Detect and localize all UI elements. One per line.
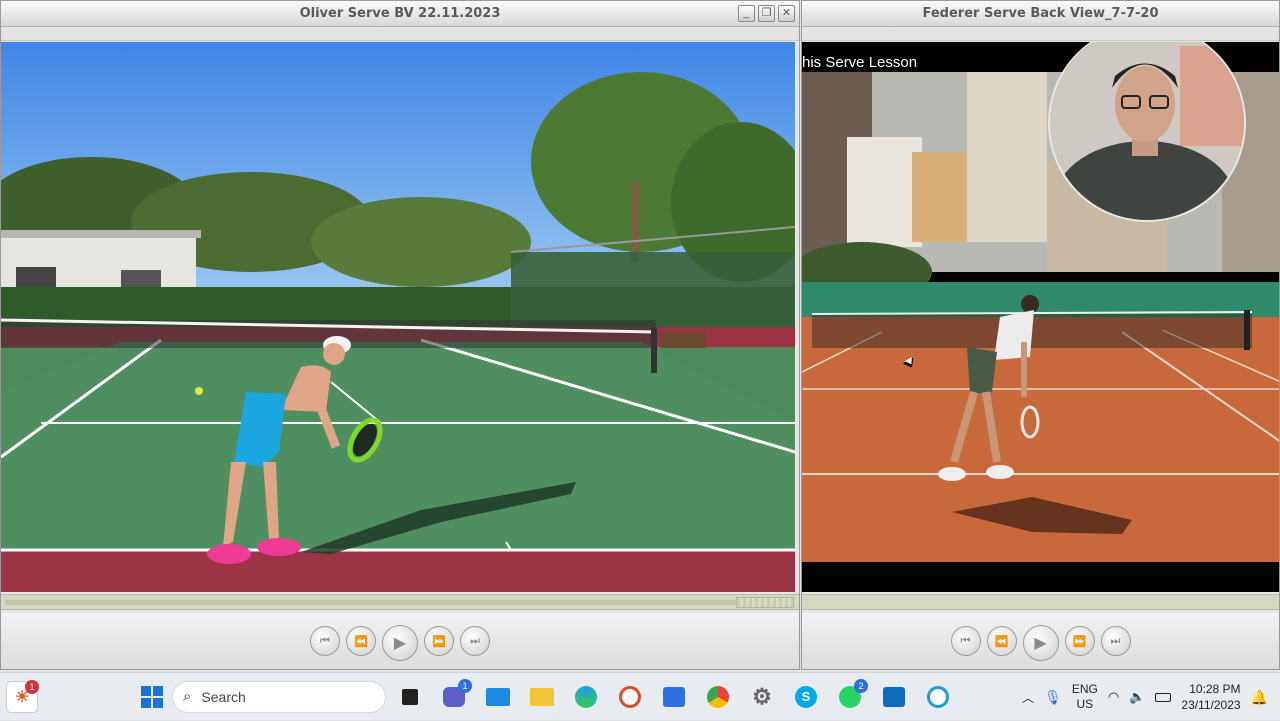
- settings-icon[interactable]: ⚙: [746, 681, 778, 713]
- right-titlebar[interactable]: Federer Serve Back View_7-7-20: [802, 1, 1279, 27]
- edge-icon[interactable]: [570, 681, 602, 713]
- region-label: US: [1076, 697, 1094, 711]
- system-tray: ︿ 🎙 ENG US ◠ 🔈 10:28 PM 23/11/2023 🔔: [1022, 673, 1280, 721]
- skip-forward-icon[interactable]: ⏭: [1100, 626, 1131, 656]
- clock[interactable]: 10:28 PM 23/11/2023: [1181, 681, 1240, 713]
- language-label: ENG: [1071, 682, 1098, 696]
- fast-forward-icon[interactable]: ⏩: [424, 626, 454, 656]
- whatsapp-badge: 2: [854, 678, 868, 693]
- play-icon[interactable]: ▶: [382, 625, 418, 661]
- teams-icon[interactable]: 1: [438, 678, 472, 713]
- recorder-app-icon[interactable]: [614, 681, 646, 713]
- restore-icon[interactable]: ❐: [758, 5, 775, 22]
- left-player-window: Oliver Serve BV 22.11.2023 _ ❐ ✕ ⏮ ⏪ ▶ ⏩…: [0, 0, 800, 670]
- left-video-frame[interactable]: [1, 42, 795, 592]
- left-seek-bar[interactable]: [1, 594, 799, 610]
- clock-time: 10:28 PM: [1189, 682, 1241, 696]
- teams-badge: 1: [458, 678, 472, 693]
- start-icon[interactable]: [136, 681, 168, 713]
- left-toolbar-strip: [1, 27, 799, 41]
- right-player-window: Federer Serve Back View_7-7-20 his Serve…: [801, 0, 1280, 670]
- video-caption: his Serve Lesson: [802, 54, 918, 71]
- rewind-icon[interactable]: ⏪: [986, 626, 1017, 656]
- play-icon[interactable]: ▶: [1022, 625, 1059, 661]
- right-seek-bar[interactable]: [802, 594, 1279, 610]
- volume-icon[interactable]: 🔈: [1129, 689, 1145, 705]
- chevron-up-icon[interactable]: ︿: [1022, 689, 1034, 706]
- right-toolbar-strip: [802, 27, 1279, 41]
- wifi-icon[interactable]: ◠: [1108, 689, 1119, 705]
- search-icon: ⌕: [183, 688, 192, 705]
- left-seek-progress: [5, 600, 740, 605]
- language-indicator[interactable]: ENG US: [1072, 682, 1098, 712]
- search-placeholder: Search: [201, 688, 246, 705]
- rewind-icon[interactable]: ⏪: [346, 626, 376, 656]
- file-explorer-icon[interactable]: [526, 681, 558, 713]
- snipping-tool-icon[interactable]: [658, 681, 690, 713]
- quicktime-icon[interactable]: [922, 681, 954, 713]
- widgets-icon[interactable]: ☀ 1: [6, 679, 39, 713]
- skype-icon[interactable]: S: [790, 681, 822, 713]
- left-seek-thumb[interactable]: [735, 597, 794, 608]
- chrome-icon[interactable]: [702, 681, 734, 713]
- right-video-frame[interactable]: his Serve Lesson: [802, 42, 1279, 592]
- hard-court-scene: [1, 42, 795, 592]
- left-titlebar[interactable]: Oliver Serve BV 22.11.2023 _ ❐ ✕: [1, 1, 799, 27]
- microphone-icon[interactable]: 🎙: [1044, 689, 1062, 706]
- taskbar: ☀ 1 ⌕ Search 1 ⚙ S 2 ︿ 🎙 ENG US ◠ 🔈 10:2…: [0, 672, 1280, 720]
- widgets-badge: 1: [25, 679, 39, 694]
- outlook-icon[interactable]: [878, 681, 910, 713]
- left-window-title: Oliver Serve BV 22.11.2023: [299, 6, 501, 21]
- notification-bell-icon[interactable]: 🔔: [1251, 689, 1268, 706]
- mail-icon[interactable]: [482, 681, 514, 713]
- whatsapp-icon[interactable]: 2: [834, 678, 868, 713]
- fast-forward-icon[interactable]: ⏩: [1064, 626, 1095, 656]
- skip-back-icon[interactable]: ⏮: [950, 626, 981, 656]
- search-input[interactable]: ⌕ Search: [172, 680, 386, 713]
- right-player-controls: ⏮ ⏪ ▶ ⏩ ⏭: [802, 613, 1279, 669]
- task-view-icon[interactable]: [394, 681, 426, 713]
- right-window-title: Federer Serve Back View_7-7-20: [922, 6, 1159, 21]
- left-player-controls: ⏮ ⏪ ▶ ⏩ ⏭: [1, 613, 799, 669]
- battery-icon[interactable]: [1155, 692, 1172, 702]
- minimize-icon[interactable]: _: [738, 5, 755, 22]
- skip-forward-icon[interactable]: ⏭: [460, 626, 490, 656]
- skip-back-icon[interactable]: ⏮: [310, 626, 340, 656]
- clock-date: 23/11/2023: [1181, 698, 1241, 712]
- close-icon[interactable]: ✕: [778, 5, 795, 22]
